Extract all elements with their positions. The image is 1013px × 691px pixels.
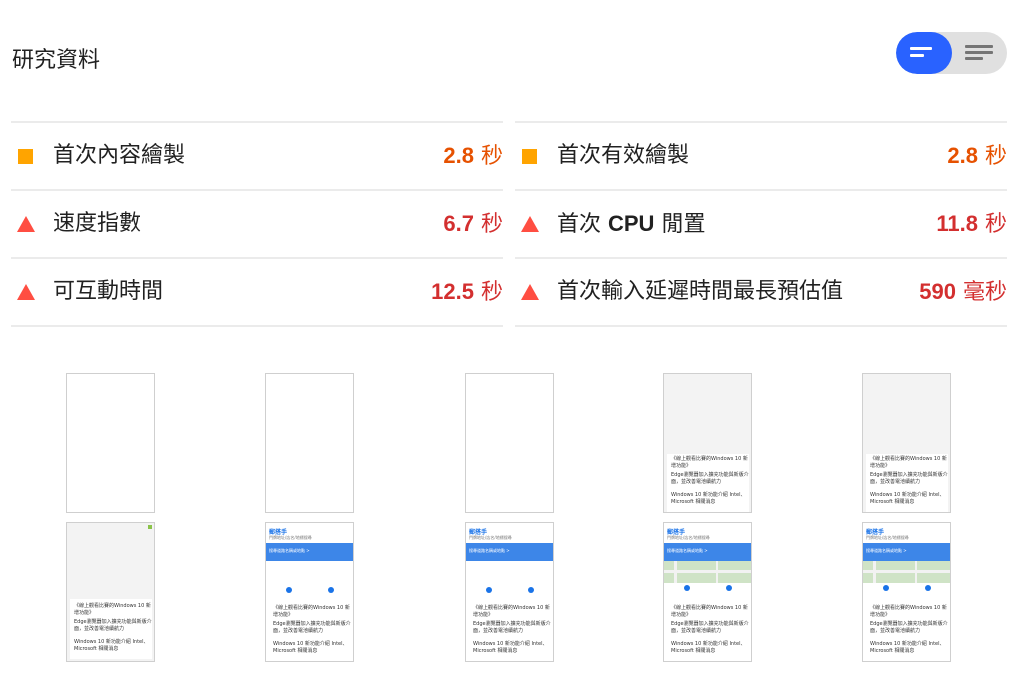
frame-thumbnail: 《線上觀看比賽的Windows 10 新增功能》 Edge瀏覽器加入擴充功能與新…: [862, 373, 951, 513]
action-icons: [664, 583, 751, 595]
article-body: Edge瀏覽器加入擴充功能與新版介面，並改善電池續航力: [671, 621, 749, 634]
frame-thumbnail: 郵搭手 門牌地址/店名/地標搜尋 搜尋道路名稱或地點 > 《線上觀看比賽的Win…: [465, 522, 554, 662]
article-body: Edge瀏覽器加入擴充功能與新版介面，並改善電池續航力: [870, 472, 948, 485]
article-title: 《線上觀看比賽的Windows 10 新增功能》: [473, 605, 550, 618]
filmstrip: 《線上觀看比賽的Windows 10 新增功能》 Edge瀏覽器加入擴充功能與新…: [0, 370, 1013, 691]
metric-first-meaningful-paint: 首次有效繪製 2.8 秒: [515, 121, 1007, 189]
metric-time-to-interactive: 可互動時間 12.5 秒: [11, 257, 503, 327]
article-more: Windows 10 新功能介紹 Intel、Microsoft 相關消息: [74, 639, 149, 652]
frame-thumbnail: 郵搭手 門牌地址/店名/地標搜尋 搜尋道路名稱或地點 > 《線上觀看比賽的Win…: [663, 522, 752, 662]
frame-thumbnail: 郵搭手 門牌地址/店名/地標搜尋 搜尋道路名稱或地點 > 《線上觀看比賽的Win…: [265, 522, 354, 662]
search-banner: 搜尋道路名稱或地點 >: [466, 543, 553, 561]
header: 研究資料: [12, 0, 1007, 122]
metrics-left-column: 首次內容繪製 2.8 秒 速度指數 6.7 秒 可互動時間 12.5 秒: [11, 121, 503, 327]
article-more: Windows 10 新功能介紹 Intel、Microsoft 相關消息: [473, 641, 548, 654]
frame-thumbnail-blank: [465, 373, 554, 513]
brand-sub: 門牌地址/店名/地標搜尋: [667, 535, 710, 540]
metric-value: 2.8 秒: [443, 143, 503, 169]
article-title: 《線上觀看比賽的Windows 10 新增功能》: [74, 603, 151, 616]
article-card: 《線上觀看比賽的Windows 10 新增功能》 Edge瀏覽器加入擴充功能與新…: [667, 454, 749, 512]
share-icon: [328, 587, 334, 593]
article-card: 《線上觀看比賽的Windows 10 新增功能》 Edge瀏覽器加入擴充功能與新…: [469, 603, 551, 661]
metric-label: 可互動時間: [53, 279, 164, 304]
triangle-icon: [521, 216, 539, 232]
triangle-icon: [17, 284, 35, 300]
nav-icon: [486, 587, 492, 593]
triangle-icon: [17, 216, 35, 232]
page-title: 研究資料: [12, 48, 101, 73]
article-card: 《線上觀看比賽的Windows 10 新增功能》 Edge瀏覽器加入擴充功能與新…: [866, 454, 948, 512]
view-toggle[interactable]: [896, 32, 1007, 74]
article-more: Windows 10 新功能介紹 Intel、Microsoft 相關消息: [273, 641, 348, 654]
metric-label: 首次輸入延遲時間最長預估值: [557, 279, 844, 304]
share-icon: [528, 587, 534, 593]
metric-label: 首次 CPU 閒置: [557, 211, 706, 237]
nav-icon: [286, 587, 292, 593]
map-preview: [664, 561, 751, 583]
article-card: 《線上觀看比賽的Windows 10 新增功能》 Edge瀏覽器加入擴充功能與新…: [70, 599, 152, 659]
article-title: 《線上觀看比賽的Windows 10 新增功能》: [273, 605, 350, 618]
search-banner: 搜尋道路名稱或地點 >: [863, 543, 950, 561]
metric-value: 590 毫秒: [919, 279, 1007, 305]
frame-thumbnail-blank: [66, 373, 155, 513]
brand-sub: 門牌地址/店名/地標搜尋: [469, 535, 512, 540]
brand-sub: 門牌地址/店名/地標搜尋: [269, 535, 312, 540]
action-icons: [266, 585, 353, 597]
ad-marker-icon: [148, 525, 152, 529]
metric-max-potential-fid: 首次輸入延遲時間最長預估值 590 毫秒: [515, 257, 1007, 327]
metric-value: 12.5 秒: [431, 279, 503, 305]
article-body: Edge瀏覽器加入擴充功能與新版介面，並改善電池續航力: [870, 621, 948, 634]
article-more: Windows 10 新功能介紹 Intel、Microsoft 相關消息: [671, 641, 746, 654]
nav-icon: [684, 585, 690, 591]
metric-value: 2.8 秒: [947, 143, 1007, 169]
frame-thumbnail-blank: [265, 373, 354, 513]
metric-label: 首次有效繪製: [557, 143, 690, 168]
metric-speed-index: 速度指數 6.7 秒: [11, 189, 503, 257]
search-banner: 搜尋道路名稱或地點 >: [664, 543, 751, 561]
article-card: 《線上觀看比賽的Windows 10 新增功能》 Edge瀏覽器加入擴充功能與新…: [866, 603, 948, 661]
frame-thumbnail: 郵搭手 門牌地址/店名/地標搜尋 搜尋道路名稱或地點 > 《線上觀看比賽的Win…: [862, 522, 951, 662]
metric-value: 11.8 秒: [936, 211, 1007, 237]
metric-value: 6.7 秒: [443, 211, 503, 237]
article-more: Windows 10 新功能介紹 Intel、Microsoft 相關消息: [671, 492, 746, 505]
metric-first-cpu-idle: 首次 CPU 閒置 11.8 秒: [515, 189, 1007, 257]
article-title: 《線上觀看比賽的Windows 10 新增功能》: [671, 605, 748, 618]
frame-thumbnail: 《線上觀看比賽的Windows 10 新增功能》 Edge瀏覽器加入擴充功能與新…: [663, 373, 752, 513]
bars-list-icon[interactable]: [951, 32, 1007, 74]
metric-first-contentful-paint: 首次內容繪製 2.8 秒: [11, 121, 503, 189]
action-icons: [863, 583, 950, 595]
brand-sub: 門牌地址/店名/地標搜尋: [866, 535, 909, 540]
article-body: Edge瀏覽器加入擴充功能與新版介面，並改善電池續航力: [671, 472, 749, 485]
action-icons: [466, 585, 553, 597]
article-body: Edge瀏覽器加入擴充功能與新版介面，並改善電池續航力: [473, 621, 551, 634]
share-icon: [726, 585, 732, 591]
article-more: Windows 10 新功能介紹 Intel、Microsoft 相關消息: [870, 641, 945, 654]
article-body: Edge瀏覽器加入擴充功能與新版介面，並改善電池續航力: [74, 619, 152, 632]
metrics-right-column: 首次有效繪製 2.8 秒 首次 CPU 閒置 11.8 秒 首次輸入延遲時間最長…: [515, 121, 1007, 327]
article-card: 《線上觀看比賽的Windows 10 新增功能》 Edge瀏覽器加入擴充功能與新…: [269, 603, 351, 661]
frame-thumbnail: 《線上觀看比賽的Windows 10 新增功能》 Edge瀏覽器加入擴充功能與新…: [66, 522, 155, 662]
square-icon: [522, 149, 537, 164]
article-more: Windows 10 新功能介紹 Intel、Microsoft 相關消息: [870, 492, 945, 505]
bars-left-aligned-icon[interactable]: [896, 32, 952, 74]
article-title: 《線上觀看比賽的Windows 10 新增功能》: [870, 456, 947, 469]
metric-label: 首次內容繪製: [53, 143, 186, 168]
article-card: 《線上觀看比賽的Windows 10 新增功能》 Edge瀏覽器加入擴充功能與新…: [667, 603, 749, 661]
nav-icon: [883, 585, 889, 591]
article-title: 《線上觀看比賽的Windows 10 新增功能》: [870, 605, 947, 618]
metric-label: 速度指數: [53, 211, 142, 236]
triangle-icon: [521, 284, 539, 300]
search-banner: 搜尋道路名稱或地點 >: [266, 543, 353, 561]
share-icon: [925, 585, 931, 591]
map-preview: [863, 561, 950, 583]
square-icon: [18, 149, 33, 164]
article-title: 《線上觀看比賽的Windows 10 新增功能》: [671, 456, 748, 469]
article-body: Edge瀏覽器加入擴充功能與新版介面，並改善電池續航力: [273, 621, 351, 634]
